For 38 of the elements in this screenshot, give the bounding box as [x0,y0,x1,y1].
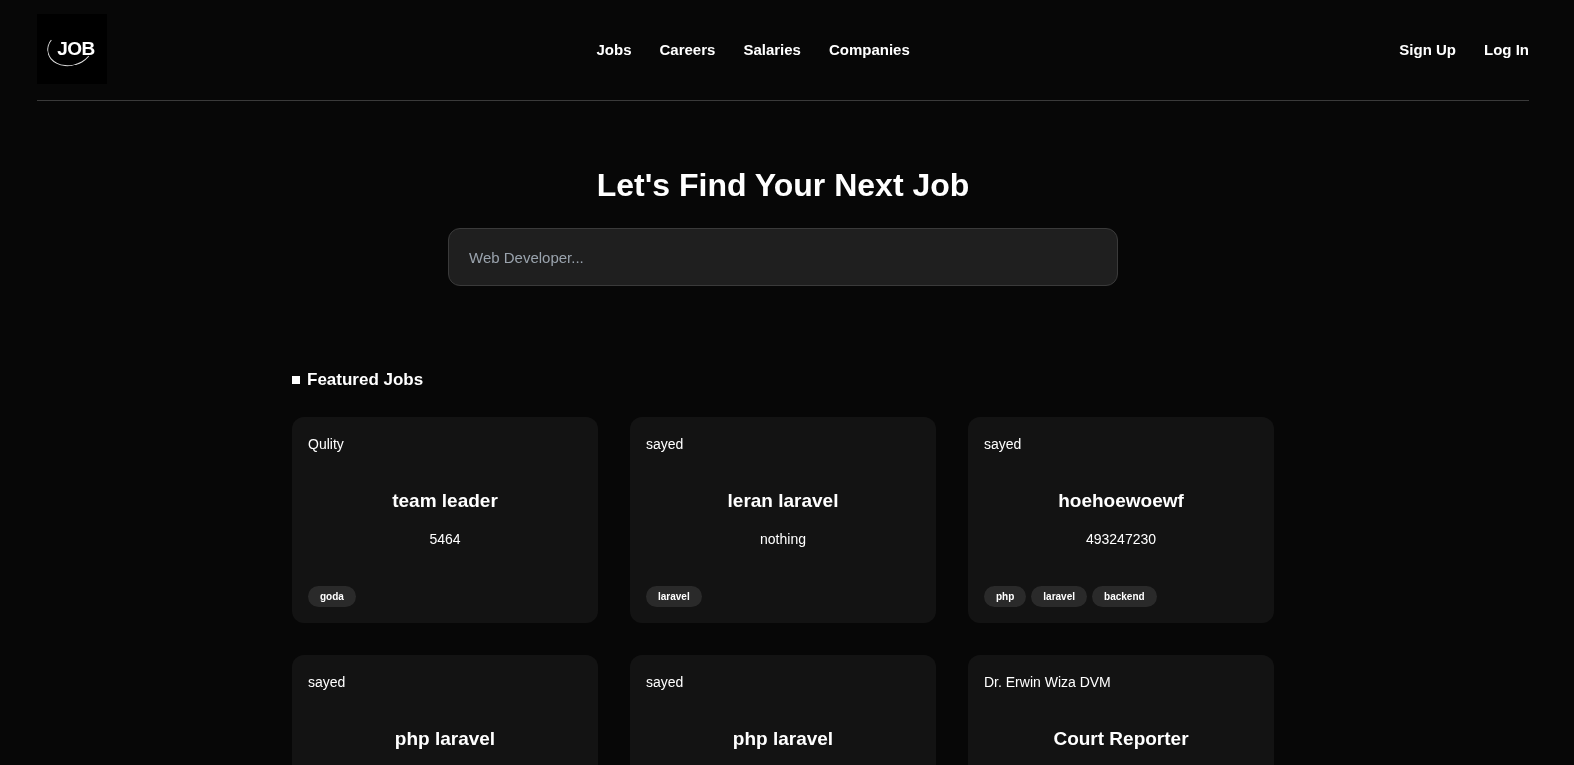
auth-link[interactable]: Sign Up [1399,40,1456,58]
logo[interactable]: JOB [37,14,107,84]
job-title: hoehoewoewf [1057,490,1185,512]
job-card[interactable]: Dr. Erwin Wiza DVM Court Reporter [968,655,1274,765]
skill-tag[interactable]: php [984,586,1027,607]
company-name: Dr. Erwin Wiza DVM [984,673,1112,691]
job-salary: nothing [759,530,807,548]
search-field[interactable]: Web Developer... [448,228,1118,286]
auth-link[interactable]: Log In [1484,40,1529,58]
skill-tag[interactable]: laravel [646,586,702,607]
company-name: Qulity [308,435,345,453]
skill-tag[interactable]: goda [308,586,356,607]
job-title: php laravel [393,728,497,750]
company-name: sayed [308,673,347,691]
company-name: sayed [646,673,685,691]
nav-link[interactable]: Companies [828,40,910,58]
job-title: leran laravel [726,490,840,512]
company-name: sayed [646,435,685,453]
company-name: sayed [984,435,1023,453]
section-title: Featured Jobs [307,370,424,390]
job-card[interactable]: sayed php laravel [630,655,936,765]
job-card[interactable]: sayed leran laravel nothing laravel [630,417,936,623]
job-title: Court Reporter [1052,728,1190,750]
skill-tag[interactable]: laravel [1031,586,1088,607]
nav-link[interactable]: Salaries [743,40,801,58]
skill-tag[interactable]: backend [1092,586,1157,607]
nav-link[interactable]: Jobs [596,40,632,58]
job-title: team leader [391,490,499,512]
nav-link[interactable]: Careers [659,40,716,58]
page-heading: Let's Find Your Next Job [596,166,970,205]
job-salary: 5464 [428,530,462,548]
logo-text: JOB [57,38,95,60]
square-icon [292,376,300,384]
job-salary: 493247230 [1084,530,1158,548]
job-card[interactable]: sayed hoehoewoewf 493247230 php laravel backend [968,417,1274,623]
job-card[interactable]: Qulity team leader 5464 goda [292,417,598,623]
job-title: php laravel [731,728,835,750]
job-card[interactable]: sayed php laravel [292,655,598,765]
